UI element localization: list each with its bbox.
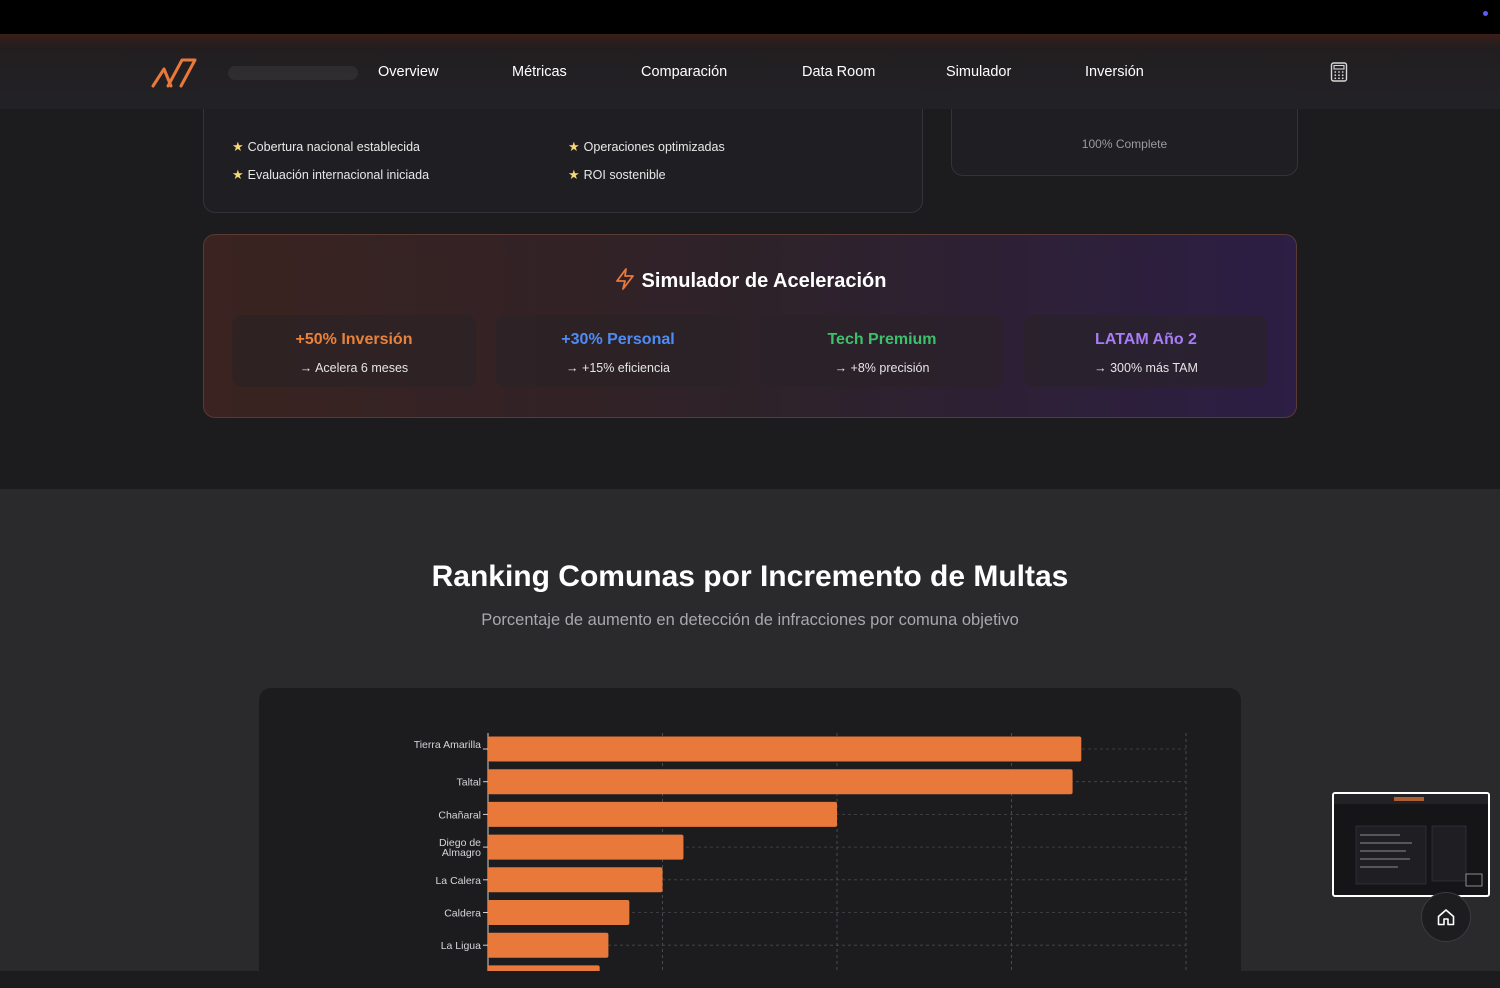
tick-label: La Calera <box>435 875 481 887</box>
brand-logo-icon[interactable] <box>150 56 198 90</box>
star-icon: ★ <box>232 167 244 182</box>
page-thumbnail[interactable] <box>1332 792 1490 897</box>
tick-label: Caldera <box>444 908 481 920</box>
ranking-title: Ranking Comunas por Incremento de Multas <box>431 560 1069 593</box>
nav-metricas[interactable]: Métricas <box>512 64 567 80</box>
nav-data-room[interactable]: Data Room <box>802 64 875 80</box>
home-icon <box>1437 909 1455 926</box>
tick-label: La Ligua <box>441 940 481 952</box>
thumbnail-preview <box>1334 794 1488 887</box>
feature-item: ★ Evaluación internacional iniciada <box>232 167 430 182</box>
nav-comparacion[interactable]: Comparación <box>641 64 727 80</box>
bar[interactable] <box>488 834 684 860</box>
feature-item: ★ Operaciones optimizadas <box>568 139 725 154</box>
tick-label: Taltal <box>456 777 481 789</box>
home-button[interactable] <box>1421 892 1471 942</box>
sim-card-title: Tech Premium <box>827 331 937 348</box>
bar-chart: Tierra AmarillaTaltalChañaralDiego deAlm… <box>414 733 1187 971</box>
bar[interactable] <box>488 769 1073 795</box>
tick-label: Almagro <box>442 847 481 859</box>
bar[interactable] <box>488 801 837 827</box>
brand-name-placeholder <box>228 66 358 80</box>
star-icon: ★ <box>232 139 244 154</box>
ranking-chart: Tierra Amarilla Taltal Chañaral Diego de Alm… <box>259 688 1241 988</box>
sim-card-subtitle: → 300% más TAM <box>1094 361 1198 375</box>
system-top-bar <box>0 0 1500 34</box>
sim-card-title: +30% Personal <box>561 331 675 348</box>
sim-card-subtitle: → +8% precisión <box>834 361 930 375</box>
sim-card-title: LATAM Año 2 <box>1095 331 1197 348</box>
sim-card-latam[interactable]: LATAM Año 2 → 300% más TAM <box>1024 315 1268 387</box>
sim-card-personal[interactable]: +30% Personal → +15% eficiencia <box>496 315 740 387</box>
star-icon: ★ <box>568 139 580 154</box>
bar[interactable] <box>488 867 663 893</box>
nav-simulador[interactable]: Simulador <box>946 64 1011 80</box>
bar[interactable] <box>488 736 1082 762</box>
calculator-icon[interactable] <box>1330 62 1348 82</box>
progress-status: 100% Complete <box>1081 137 1168 151</box>
sim-card-tech[interactable]: Tech Premium → +8% precisión <box>760 315 1004 387</box>
bar[interactable] <box>488 965 600 971</box>
tick-label: Tierra Amarilla <box>414 739 481 751</box>
feature-item: ★ Cobertura nacional establecida <box>232 139 420 154</box>
sim-card-subtitle: → +15% eficiencia <box>566 361 670 375</box>
feature-item: ★ ROI sostenible <box>568 167 666 182</box>
lightning-icon <box>615 268 634 290</box>
main-navigation: Overview Métricas Comparación Data Room … <box>0 34 1500 109</box>
sim-card-investment[interactable]: +50% Inversión → Acelera 6 meses <box>232 315 476 387</box>
sim-card-subtitle: → Acelera 6 meses <box>299 361 409 375</box>
bar[interactable] <box>488 932 609 958</box>
bar[interactable] <box>488 900 630 925</box>
simulator-title: Simulador de Aceleración <box>204 267 1296 293</box>
acceleration-simulator: Simulador de Aceleración +50% Inversión … <box>203 234 1297 418</box>
sim-card-title: +50% Inversión <box>295 331 413 348</box>
nav-inversion[interactable]: Inversión <box>1085 64 1144 80</box>
star-icon: ★ <box>568 167 580 182</box>
ranking-subtitle: Porcentaje de aumento en detección de in… <box>481 611 1019 629</box>
tick-label: Chañaral <box>438 809 481 821</box>
nav-overview[interactable]: Overview <box>378 64 438 80</box>
indicator-dot <box>1483 11 1488 16</box>
